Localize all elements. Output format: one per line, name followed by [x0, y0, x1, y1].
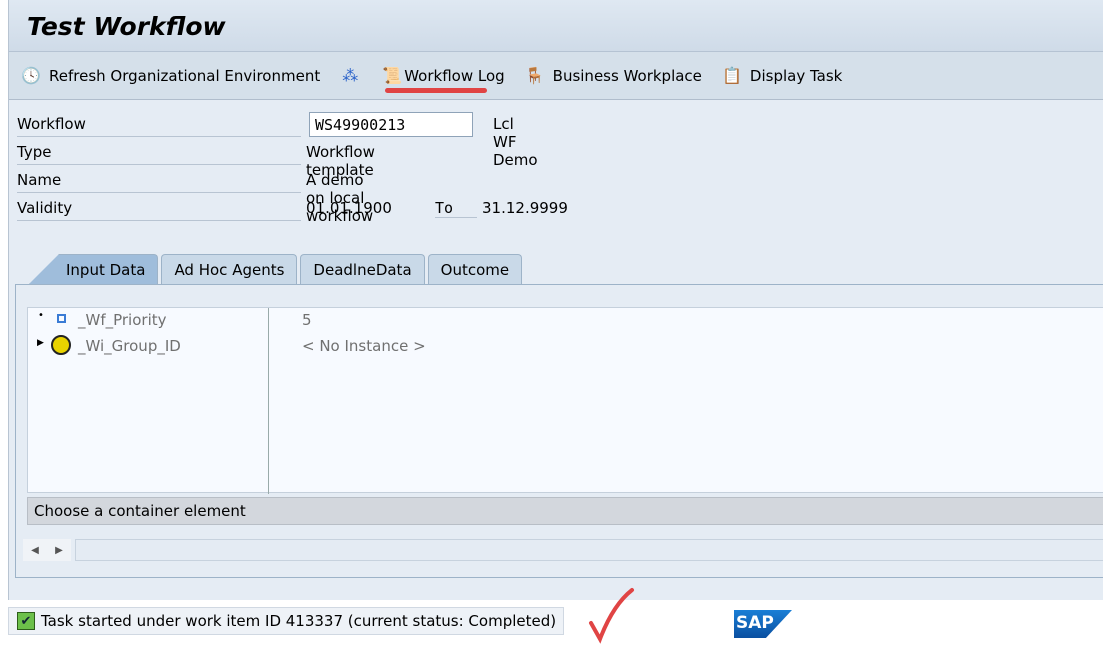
scroll-icon: 📜 [382, 66, 403, 85]
tree-row[interactable]: ▶ _Wi_Group_ID < No Instance > [28, 335, 1103, 362]
refresh-org-button[interactable]: 🕓 Refresh Organizational Environment [19, 64, 320, 88]
type-label: Type [17, 140, 301, 165]
scroll-left-icon[interactable]: ◀ [23, 539, 47, 561]
name-label: Name [17, 168, 301, 193]
tab-outcome[interactable]: Outcome [427, 254, 523, 284]
sap-logo: SAP [734, 610, 792, 638]
red-annotation-underline [385, 88, 487, 93]
leaf-dot-icon: • [38, 310, 44, 321]
tree-item-value: < No Instance > [302, 337, 426, 355]
expand-arrow-icon[interactable]: ▶ [37, 338, 44, 348]
red-checkmark-annotation [589, 588, 634, 644]
tree-item-name: _Wf_Priority [78, 311, 167, 329]
workflow-graph-icon: ⁂ [342, 66, 359, 85]
workflow-input[interactable] [309, 112, 473, 137]
display-task-label: Display Task [749, 66, 843, 85]
horizontal-scrollbar[interactable]: ◀ ▶ [23, 539, 1103, 561]
workflow-log-button[interactable]: 📜 Workflow Log [380, 64, 504, 88]
tab-input-data[interactable]: Input Data [29, 254, 159, 284]
element-icon [57, 314, 66, 323]
chair-icon: 🪑 [524, 66, 545, 85]
clock-check-icon: 🕓 [21, 66, 41, 85]
container-tree: • _Wf_Priority 5 ▶ _Wi_Group_ID < No Ins… [27, 307, 1103, 494]
scroll-right-icon[interactable]: ▶ [47, 539, 71, 561]
main-window: Test Workflow 🕓 Refresh Organizational En… [8, 0, 1103, 600]
business-workplace-button[interactable]: 🪑 Business Workplace [523, 64, 702, 88]
task-icon: 📋 [721, 66, 742, 85]
workflow-log-label: Workflow Log [404, 66, 505, 85]
detail-header: Choose a container element [27, 497, 1103, 525]
object-icon [51, 335, 71, 355]
workflow-desc: Lcl WF Demo [493, 115, 538, 169]
tab-ad-hoc-agents[interactable]: Ad Hoc Agents [161, 254, 298, 284]
valid-to: 31.12.9999 [482, 199, 568, 217]
display-task-button[interactable]: 📋 Display Task [720, 64, 842, 88]
status-message: Task started under work item ID 413337 (… [41, 612, 557, 630]
tree-item-value: 5 [302, 311, 312, 329]
scroll-track[interactable] [75, 539, 1103, 561]
tree-row[interactable]: • _Wf_Priority 5 [28, 310, 1103, 336]
workflow-label: Workflow [17, 112, 301, 137]
business-workplace-label: Business Workplace [552, 66, 702, 85]
to-label: To [435, 199, 477, 218]
validity-label: Validity [17, 196, 301, 221]
toolbar: 🕓 Refresh Organizational Environment ⁂ 📜 W… [9, 52, 1103, 100]
tab-strip: Input Data Ad Hoc Agents DeadlneData Out… [29, 254, 525, 284]
refresh-label: Refresh Organizational Environment [49, 66, 321, 85]
success-check-icon: ✔ [17, 612, 35, 630]
tree-item-name: _Wi_Group_ID [78, 337, 181, 355]
status-bar: ✔ Task started under work item ID 413337… [8, 607, 564, 635]
page-title: Test Workflow [9, 0, 1103, 52]
workflow-graph-button[interactable]: ⁂ [338, 64, 362, 88]
valid-from: 01.01.1900 [306, 199, 392, 217]
tab-panel: • _Wf_Priority 5 ▶ _Wi_Group_ID < No Ins… [15, 284, 1103, 578]
tab-deadline-data[interactable]: DeadlneData [300, 254, 425, 284]
